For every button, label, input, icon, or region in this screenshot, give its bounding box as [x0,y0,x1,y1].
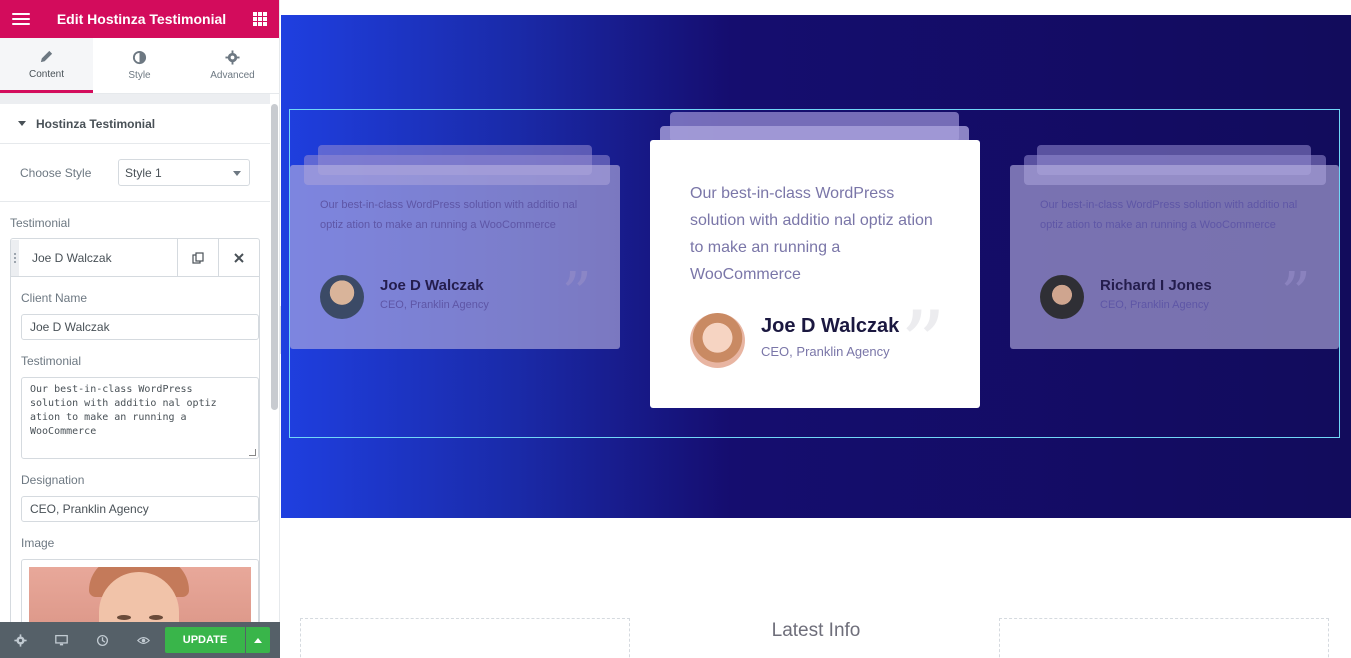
drag-handle-icon[interactable] [11,239,19,276]
choose-style-control: Choose Style Style 1 [0,144,270,202]
designation-input[interactable]: CEO, Pranklin Agency [21,496,259,522]
choose-style-select[interactable]: Style 1 [118,159,250,186]
avatar [690,313,745,368]
card-client-name: Joe D Walczak [761,315,900,337]
history-icon[interactable] [82,622,123,658]
client-name-label: Client Name [21,291,88,305]
editor-panel: Edit Hostinza Testimonial Content Style … [0,0,280,658]
quote-mark-icon: ” [561,260,592,330]
quote-mark-icon: ” [899,292,946,397]
widgets-grid-icon[interactable] [253,12,267,26]
panel-title: Edit Hostinza Testimonial [56,11,227,27]
preview-eye-icon[interactable] [123,622,164,658]
avatar [320,275,364,319]
menu-icon[interactable] [12,13,30,25]
card-quote: Our best-in-class WordPress solution wit… [320,199,578,231]
update-options-button[interactable] [246,627,270,653]
repeater-item-title[interactable]: Joe D Walczak [19,251,177,265]
image-label: Image [21,536,55,550]
tab-style-label: Style [128,70,151,81]
responsive-desktop-icon[interactable] [41,622,82,658]
gear-icon [225,50,240,65]
quote-mark-icon: ” [1280,260,1311,330]
tab-content[interactable]: Content [0,38,93,93]
choose-style-value: Style 1 [125,165,162,180]
duplicate-button[interactable] [177,239,218,276]
testimonial-card-right[interactable]: Our best-in-class WordPress solution wit… [1010,165,1339,349]
choose-style-label: Choose Style [20,165,92,180]
client-image-preview [29,567,251,622]
latest-info-heading: Latest Info [771,620,861,641]
panel-tabs: Content Style Advanced [0,38,279,94]
card-client-name: Joe D Walczak [380,277,484,294]
caret-down-icon [18,121,26,126]
card-designation: CEO, Pranklin Agency [761,344,890,359]
chevron-up-icon [254,637,262,643]
panel-footer: UPDATE [0,622,280,658]
repeater-label: Testimonial [10,216,71,230]
card-quote: Our best-in-class WordPress solution wit… [690,185,933,283]
tab-advanced[interactable]: Advanced [186,38,279,93]
repeater-item-header[interactable]: Joe D Walczak [11,239,259,277]
card-client-name: Richard I Jones [1100,277,1212,294]
page-preview: Our best-in-class WordPress solution wit… [281,0,1351,658]
testimonial-text: Our best-in-class WordPress solution wit… [30,384,217,437]
resize-grip-icon[interactable] [249,449,256,456]
remove-button[interactable] [218,239,259,276]
avatar [1040,275,1084,319]
designation-label: Designation [21,473,85,487]
tab-advanced-label: Advanced [210,70,255,81]
client-name-input[interactable]: Joe D Walczak [21,314,259,340]
testimonial-label: Testimonial [21,354,82,368]
repeater-item: Joe D Walczak Client Name Joe D Walczak … [10,238,260,622]
section-toggle[interactable]: Hostinza Testimonial [0,104,270,144]
pencil-icon [40,50,53,62]
settings-gear-icon[interactable] [0,622,41,658]
image-eye-right [149,615,163,620]
testimonial-card-center[interactable]: Our best-in-class WordPress solution wit… [650,140,980,408]
panel-spacer [0,94,270,104]
card-designation: CEO, Pranklin Agency [1100,299,1209,311]
chevron-down-icon [233,171,241,176]
testimonial-card-left[interactable]: Our best-in-class WordPress solution wit… [290,165,620,349]
testimonial-textarea[interactable]: Our best-in-class WordPress solution wit… [21,377,259,459]
tab-style[interactable]: Style [93,38,186,93]
panel-body: Hostinza Testimonial Choose Style Style … [0,94,270,622]
panel-scrollbar[interactable] [271,104,278,410]
image-eye-left [117,615,131,620]
card-designation: CEO, Pranklin Agency [380,299,489,311]
close-icon [234,252,244,263]
panel-header: Edit Hostinza Testimonial [0,0,279,38]
repeater-fields: Client Name Joe D Walczak Testimonial Ou… [11,277,259,622]
update-button[interactable]: UPDATE [165,627,245,653]
half-circle-icon [132,50,147,65]
tab-content-label: Content [28,68,65,80]
card-quote: Our best-in-class WordPress solution wit… [1040,199,1298,231]
copy-icon [192,251,204,264]
image-picker[interactable] [21,559,259,622]
section-title: Hostinza Testimonial [36,116,156,131]
